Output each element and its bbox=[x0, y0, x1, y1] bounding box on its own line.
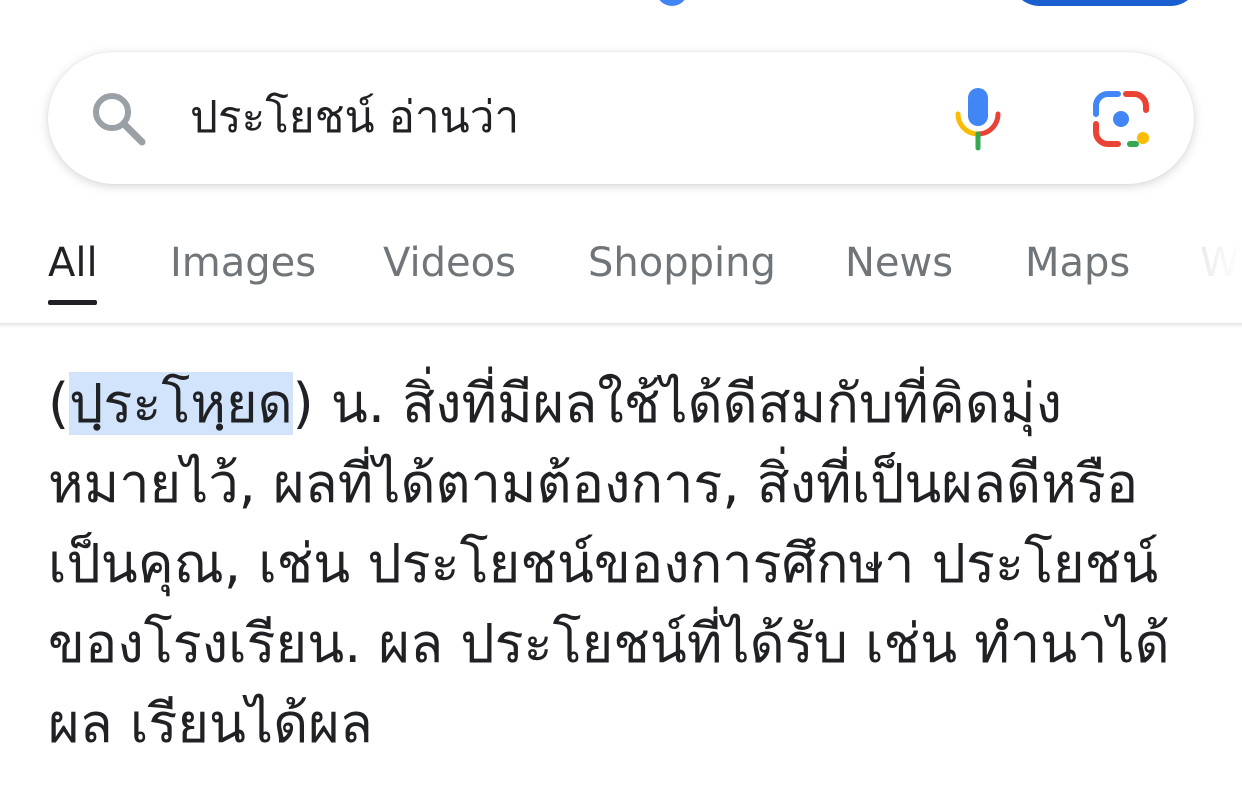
pronunciation-highlight: ปฺระโหฺยด bbox=[69, 372, 293, 435]
tab-news[interactable]: News bbox=[845, 238, 953, 288]
definition-line: ผล เรียนได้ผล bbox=[48, 692, 373, 755]
search-tabs: All Images Videos Shopping News Maps W bbox=[0, 230, 1242, 326]
tab-maps[interactable]: Maps bbox=[1025, 238, 1130, 288]
tab-web[interactable]: W bbox=[1200, 238, 1240, 288]
microphone-icon[interactable] bbox=[952, 84, 1004, 152]
definition-line: เป็นคุณ, เช่น ประโยชน์ของการศึกษา ประโยช… bbox=[48, 532, 1159, 595]
search-input[interactable]: ประโยชน์ อ่านว่า bbox=[190, 82, 519, 154]
tab-shopping[interactable]: Shopping bbox=[588, 238, 776, 288]
top-partial-avatar bbox=[656, 0, 688, 6]
definition-line: ของโรงเรียน. ผล ประโยชน์ที่ได้รับ เช่น ท… bbox=[48, 612, 1170, 675]
tab-all[interactable]: All bbox=[48, 238, 98, 288]
google-lens-icon[interactable] bbox=[1090, 88, 1152, 150]
tab-active-indicator bbox=[48, 300, 97, 305]
tabs-divider bbox=[0, 323, 1242, 328]
definition-line: (ปฺระโหฺยด) น. สิ่งที่มีผลใช้ได้ดีสมกับท… bbox=[48, 364, 1208, 444]
open-paren: ( bbox=[48, 372, 70, 435]
definition-line: หมายไว้, ผลที่ได้ตามต้องการ, สิ่งที่เป็น… bbox=[48, 452, 1139, 515]
tab-videos[interactable]: Videos bbox=[383, 238, 516, 288]
tab-images[interactable]: Images bbox=[170, 238, 316, 288]
dictionary-definition: (ปฺระโหฺยด) น. สิ่งที่มีผลใช้ได้ดีสมกับท… bbox=[48, 364, 1208, 764]
top-partial-button[interactable] bbox=[1010, 0, 1200, 6]
definition-text: ) น. สิ่งที่มีผลใช้ได้ดีสมกับที่คิดมุ่ง bbox=[292, 372, 1062, 435]
search-icon[interactable] bbox=[88, 88, 150, 150]
